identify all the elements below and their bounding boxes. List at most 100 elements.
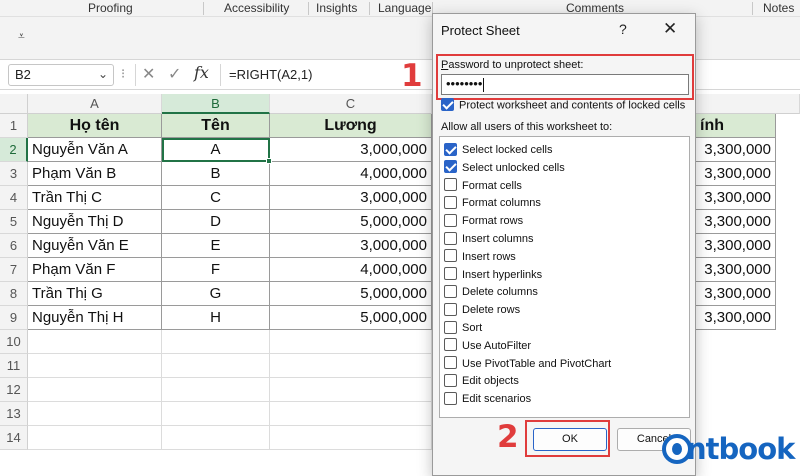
data-cell[interactable]: 3,300,000 <box>696 234 776 258</box>
permission-option[interactable]: Insert columns <box>444 231 534 249</box>
data-cell[interactable]: Trần Thị G <box>28 282 162 306</box>
empty-cell[interactable] <box>28 354 162 378</box>
row-header[interactable]: 11 <box>0 354 28 378</box>
column-header-hidden[interactable] <box>696 94 800 114</box>
insert-function-icon[interactable]: fx <box>194 63 209 82</box>
protect-worksheet-option[interactable]: Protect worksheet and contents of locked… <box>441 98 685 112</box>
row-header[interactable]: 2 <box>0 138 28 162</box>
ribbon-group-proofing[interactable]: Proofing <box>88 1 133 15</box>
data-cell[interactable]: 3,300,000 <box>696 210 776 234</box>
permission-checkbox[interactable] <box>444 338 457 352</box>
data-cell[interactable]: Phạm Văn B <box>28 162 162 186</box>
data-cell[interactable]: 5,000,000 <box>270 210 432 234</box>
row-header[interactable]: 9 <box>0 306 28 330</box>
permission-option[interactable]: Format rows <box>444 213 523 231</box>
ribbon-group-notes[interactable]: Notes <box>763 1 794 15</box>
column-header-c[interactable]: C <box>270 94 432 114</box>
data-cell[interactable]: Nguyễn Văn E <box>28 234 162 258</box>
data-cell[interactable]: 4,000,000 <box>270 258 432 282</box>
empty-cell[interactable] <box>28 378 162 402</box>
data-cell[interactable]: 3,000,000 <box>270 186 432 210</box>
permission-option[interactable]: Use PivotTable and PivotChart <box>444 356 611 374</box>
data-cell[interactable]: 3,300,000 <box>696 138 776 162</box>
permission-option[interactable]: Format cells <box>444 178 522 196</box>
permission-checkbox[interactable] <box>444 231 457 245</box>
permission-option[interactable]: Select locked cells <box>444 142 553 160</box>
empty-cell[interactable] <box>162 330 270 354</box>
permission-option[interactable]: Insert hyperlinks <box>444 267 542 285</box>
cancel-entry-icon[interactable]: ✕ <box>142 64 155 84</box>
permission-option[interactable]: Select unlocked cells <box>444 160 565 178</box>
ribbon-group-language[interactable]: Language <box>378 1 431 15</box>
permission-option[interactable]: Delete columns <box>444 284 538 302</box>
row-header[interactable]: 4 <box>0 186 28 210</box>
data-cell[interactable]: 5,000,000 <box>270 306 432 330</box>
chevron-down-icon[interactable]: ⌄ <box>98 67 108 81</box>
active-cell[interactable]: A <box>162 138 270 162</box>
ribbon-collapse-icon[interactable]: ⩡ <box>18 29 25 44</box>
data-cell[interactable]: E <box>162 234 270 258</box>
permission-checkbox[interactable] <box>444 302 457 316</box>
row-header[interactable]: 7 <box>0 258 28 282</box>
permission-checkbox[interactable] <box>444 320 457 334</box>
ribbon-group-insights[interactable]: Insights <box>316 1 357 15</box>
fill-handle[interactable] <box>266 158 272 164</box>
row-header[interactable]: 6 <box>0 234 28 258</box>
select-all-corner[interactable] <box>0 94 28 114</box>
data-cell[interactable]: 4,000,000 <box>270 162 432 186</box>
more-options-icon[interactable]: ⁝ <box>121 66 125 82</box>
permission-checkbox[interactable] <box>444 284 457 298</box>
permission-option[interactable]: Edit scenarios <box>444 391 531 409</box>
permission-option[interactable]: Edit objects <box>444 373 519 391</box>
data-cell[interactable]: 3,300,000 <box>696 186 776 210</box>
data-cell[interactable]: 3,300,000 <box>696 282 776 306</box>
empty-cell[interactable] <box>270 378 432 402</box>
data-cell[interactable]: C <box>162 186 270 210</box>
close-button[interactable]: ✕ <box>663 19 677 39</box>
empty-cell[interactable] <box>270 426 432 450</box>
permission-option[interactable]: Format columns <box>444 195 541 213</box>
empty-cell[interactable] <box>162 402 270 426</box>
permission-checkbox[interactable] <box>444 160 457 174</box>
data-cell[interactable]: 3,000,000 <box>270 138 432 162</box>
ribbon-group-accessibility[interactable]: Accessibility <box>224 1 289 15</box>
row-header[interactable]: 10 <box>0 330 28 354</box>
data-cell[interactable]: D <box>162 210 270 234</box>
empty-cell[interactable] <box>270 402 432 426</box>
row-header[interactable]: 14 <box>0 426 28 450</box>
column-header-b[interactable]: B <box>162 94 270 114</box>
header-cell[interactable]: Tên <box>162 114 270 138</box>
permission-checkbox[interactable] <box>444 195 457 209</box>
confirm-entry-icon[interactable]: ✓ <box>168 64 181 84</box>
permission-checkbox[interactable] <box>444 373 457 387</box>
header-cell[interactable]: Lương <box>270 114 432 138</box>
empty-cell[interactable] <box>28 426 162 450</box>
row-header[interactable]: 1 <box>0 114 28 138</box>
data-cell[interactable]: 3,300,000 <box>696 258 776 282</box>
row-header[interactable]: 5 <box>0 210 28 234</box>
permission-option[interactable]: Use AutoFilter <box>444 338 531 356</box>
data-cell[interactable]: 3,300,000 <box>696 306 776 330</box>
name-box[interactable]: B2 ⌄ <box>8 64 114 86</box>
permission-option[interactable]: Delete rows <box>444 302 520 320</box>
row-header[interactable]: 8 <box>0 282 28 306</box>
permission-checkbox[interactable] <box>444 267 457 281</box>
permission-checkbox[interactable] <box>444 249 457 263</box>
data-cell[interactable]: F <box>162 258 270 282</box>
data-cell[interactable]: 5,000,000 <box>270 282 432 306</box>
header-cell[interactable]: ính <box>696 114 776 138</box>
empty-cell[interactable] <box>162 426 270 450</box>
permission-checkbox[interactable] <box>444 356 457 370</box>
empty-cell[interactable] <box>28 330 162 354</box>
row-header[interactable]: 13 <box>0 402 28 426</box>
permission-checkbox[interactable] <box>444 213 457 227</box>
empty-cell[interactable] <box>270 330 432 354</box>
data-cell[interactable]: 3,000,000 <box>270 234 432 258</box>
empty-cell[interactable] <box>162 354 270 378</box>
data-cell[interactable]: B <box>162 162 270 186</box>
data-cell[interactable]: Trần Thị C <box>28 186 162 210</box>
data-cell[interactable]: Nguyễn Thị H <box>28 306 162 330</box>
empty-cell[interactable] <box>270 354 432 378</box>
data-cell[interactable]: 3,300,000 <box>696 162 776 186</box>
data-cell[interactable]: H <box>162 306 270 330</box>
